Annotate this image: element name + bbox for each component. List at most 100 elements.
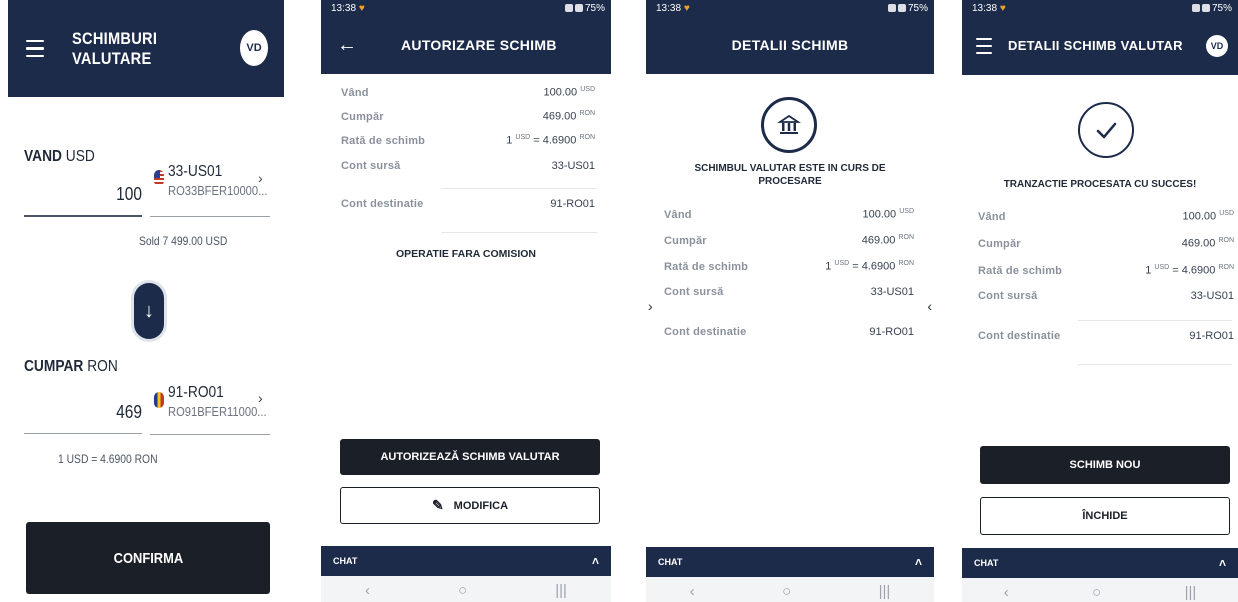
status-bar: 13:38 ♥ 75% bbox=[656, 2, 928, 14]
new-exchange-button[interactable]: SCHIMB NOU bbox=[980, 446, 1230, 484]
divider bbox=[441, 232, 597, 233]
pencil-icon: ✎ bbox=[431, 497, 444, 513]
exchange-form-screen: SCHIMBURI VALUTARE VD VAND USD 100 33-US… bbox=[8, 0, 284, 600]
nav-recents-icon[interactable]: ||| bbox=[555, 582, 567, 599]
sell-amount-input[interactable]: 100 bbox=[78, 184, 142, 205]
nav-back-icon[interactable]: ‹ bbox=[690, 583, 695, 600]
detail-row-rate: Rată de schimb 1 USD = 4.6900 RON bbox=[664, 260, 914, 273]
success-check-icon bbox=[1078, 102, 1134, 158]
status-bar: 13:38 ♥ 75% bbox=[972, 2, 1232, 14]
avatar[interactable]: VD bbox=[1206, 35, 1228, 57]
swap-button[interactable]: ↓ bbox=[134, 283, 164, 339]
heart-icon: ♥ bbox=[683, 2, 690, 14]
app-header: SCHIMBURI VALUTARE VD bbox=[8, 0, 284, 97]
page-title: SCHIMBURI VALUTARE bbox=[72, 28, 158, 68]
exchange-details: Vând 100.00 USD Cumpăr 469.00 RON Rată de … bbox=[321, 86, 611, 228]
confirm-button[interactable]: CONFIRMA bbox=[26, 522, 270, 594]
success-message: TRANZACTIE PROCESATA CU SUCCES! bbox=[1003, 179, 1197, 190]
chat-bar[interactable]: CHAT ˄ bbox=[646, 547, 934, 577]
top-bar: 13:38 ♥ 75% ← AUTORIZARE SCHIMB bbox=[321, 0, 611, 74]
nav-back-icon[interactable]: ‹ bbox=[365, 582, 370, 599]
menu-icon[interactable] bbox=[26, 39, 44, 58]
chevron-right-icon[interactable]: › bbox=[258, 390, 263, 406]
nav-home-icon[interactable]: ○ bbox=[782, 583, 791, 600]
status-icon bbox=[564, 4, 573, 12]
page-title: DETALII SCHIMB VALUTAR bbox=[1008, 38, 1183, 53]
nav-recents-icon[interactable]: ||| bbox=[879, 583, 891, 600]
detail-row-buy: Cumpăr 469.00 RON bbox=[664, 234, 914, 247]
buy-amount-input[interactable]: 469 bbox=[78, 402, 142, 423]
heart-icon: ♥ bbox=[999, 2, 1006, 14]
exchange-details: Vând 100.00 USD Cumpăr 469.00 RON Rată de … bbox=[962, 210, 1238, 357]
back-arrow-icon[interactable]: ← bbox=[337, 35, 357, 55]
detail-row-source: Cont sursă 33-US01 bbox=[664, 286, 914, 298]
android-nav-bar: ‹ ○ ||| bbox=[962, 578, 1238, 602]
arrow-down-icon: ↓ bbox=[144, 299, 154, 322]
processing-bank-icon bbox=[761, 97, 817, 153]
app-header: DETALII SCHIMB bbox=[646, 16, 934, 74]
status-icon bbox=[887, 4, 896, 12]
authorize-button[interactable]: AUTORIZEAZĂ SCHIMB VALUTAR bbox=[340, 439, 600, 475]
detail-row-source: Cont sursă 33-US01 bbox=[341, 160, 595, 172]
chevron-up-icon: ˄ bbox=[1218, 556, 1226, 570]
nav-home-icon[interactable]: ○ bbox=[458, 582, 467, 599]
detail-row-buy: Cumpăr 469.00 RON bbox=[341, 110, 595, 123]
nav-recents-icon[interactable]: ||| bbox=[1185, 584, 1197, 601]
divider bbox=[441, 188, 597, 189]
status-icon bbox=[897, 4, 906, 12]
checkmark-icon bbox=[1096, 122, 1117, 139]
bank-icon bbox=[777, 114, 801, 134]
modify-button[interactable]: ✎ MODIFICA bbox=[340, 487, 600, 524]
authorize-screen: 13:38 ♥ 75% ← AUTORIZARE SCHIMB Vând 100.… bbox=[321, 0, 611, 602]
detail-row-sell: Vând 100.00 USD bbox=[664, 208, 914, 221]
chat-bar[interactable]: CHAT ˄ bbox=[321, 546, 611, 576]
menu-icon[interactable] bbox=[976, 37, 992, 54]
status-icon bbox=[1201, 4, 1210, 12]
detail-row-source: Cont sursă 33-US01 bbox=[978, 290, 1234, 302]
top-bar: 13:38 ♥ 75% DETALII SCHIMB bbox=[646, 0, 934, 74]
buy-account-selector[interactable]: 91-RO01 RO91BFER11000... bbox=[150, 384, 270, 419]
android-nav-bar: ‹ ○ ||| bbox=[646, 577, 934, 602]
detail-row-rate: Rată de schimb 1 USD = 4.6900 RON bbox=[978, 264, 1234, 277]
success-screen: 13:38 ♥ 75% DETALII SCHIMB VALUTAR VD TR… bbox=[962, 0, 1238, 602]
detail-row-destination: Cont destinatie 91-RO01 bbox=[978, 330, 1234, 342]
sell-label: VAND USD bbox=[24, 148, 95, 165]
heart-icon: ♥ bbox=[358, 2, 365, 14]
divider bbox=[1078, 364, 1232, 365]
top-bar: 13:38 ♥ 75% DETALII SCHIMB VALUTAR VD bbox=[962, 0, 1238, 75]
sell-account-name: 33-US01 bbox=[168, 163, 223, 180]
chevron-right-icon[interactable]: › bbox=[258, 170, 263, 186]
buy-amount-underline bbox=[24, 433, 142, 434]
detail-row-sell: Vând 100.00 USD bbox=[978, 210, 1234, 223]
carousel-next-icon[interactable]: ‹ bbox=[927, 298, 932, 314]
no-fee-note: OPERATIE FARA COMISION bbox=[395, 248, 536, 260]
exchange-rate: 1 USD = 4.6900 RON bbox=[58, 452, 158, 466]
nav-back-icon[interactable]: ‹ bbox=[1004, 584, 1009, 601]
page-title: DETALII SCHIMB bbox=[731, 37, 849, 53]
sell-account-underline bbox=[150, 216, 270, 217]
buy-account-underline bbox=[150, 434, 270, 435]
chat-bar[interactable]: CHAT ˄ bbox=[962, 548, 1238, 578]
chevron-up-icon: ˄ bbox=[914, 555, 922, 569]
android-nav-bar: ‹ ○ ||| bbox=[321, 576, 611, 602]
status-icon bbox=[574, 4, 583, 12]
status-icon bbox=[1191, 4, 1200, 12]
sell-account-iban: RO33BFER10000... bbox=[168, 183, 268, 198]
avatar[interactable]: VD bbox=[240, 30, 268, 66]
processing-message: SCHIMBUL VALUTAR ESTE IN CURS DE PROCESA… bbox=[694, 163, 886, 187]
page-title: AUTORIZARE SCHIMB bbox=[401, 37, 557, 53]
exchange-details: Vând 100.00 USD Cumpăr 469.00 RON Rată de … bbox=[646, 208, 934, 352]
sell-account-selector[interactable]: 33-US01 RO33BFER10000... bbox=[150, 163, 270, 198]
buy-account-iban: RO91BFER11000... bbox=[168, 404, 267, 419]
sell-amount-underline bbox=[24, 215, 142, 217]
nav-home-icon[interactable]: ○ bbox=[1092, 584, 1101, 601]
detail-row-destination: Cont destinatie 91-RO01 bbox=[341, 198, 595, 210]
close-button[interactable]: ÎNCHIDE bbox=[980, 497, 1230, 535]
buy-label: CUMPAR RON bbox=[24, 358, 118, 375]
chevron-up-icon: ˄ bbox=[591, 554, 599, 568]
processing-screen: 13:38 ♥ 75% DETALII SCHIMB SCHIMBUL VALU… bbox=[646, 0, 934, 602]
detail-row-rate: Rată de schimb 1 USD = 4.6900 RON bbox=[341, 134, 595, 147]
app-header: ← AUTORIZARE SCHIMB bbox=[321, 16, 611, 74]
carousel-prev-icon[interactable]: › bbox=[648, 298, 653, 314]
status-bar: 13:38 ♥ 75% bbox=[331, 2, 605, 14]
